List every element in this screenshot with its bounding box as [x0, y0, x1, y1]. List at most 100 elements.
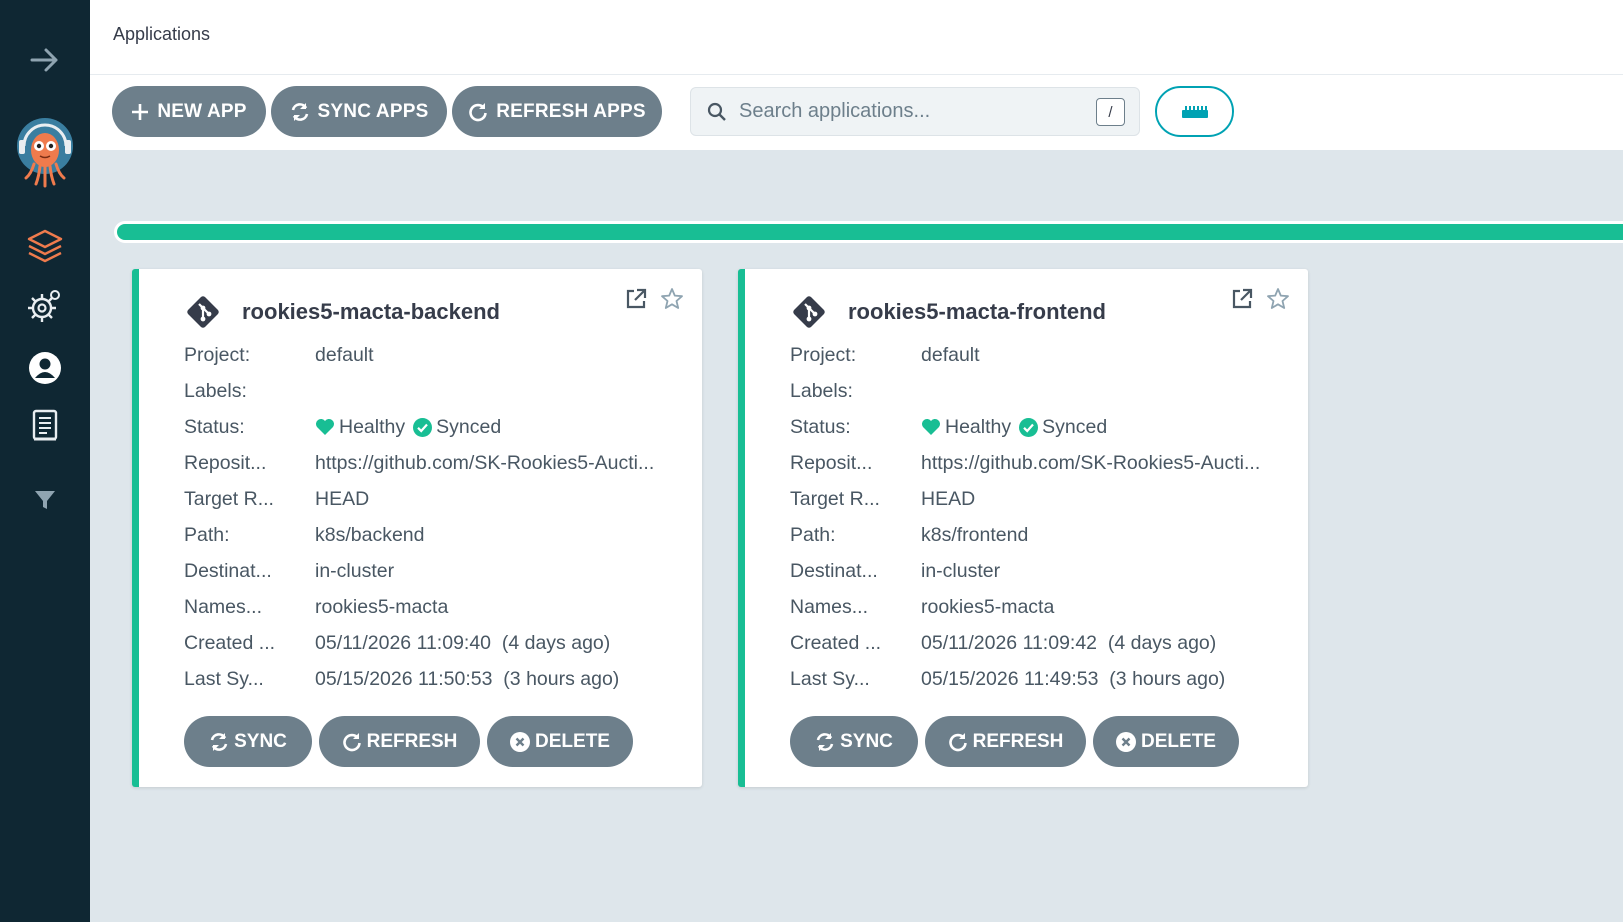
- page-title: Applications: [113, 24, 211, 44]
- row-status: Status: Healthy Synced: [184, 409, 654, 445]
- sync-label: SYNC: [840, 730, 893, 752]
- row-key: Labels:: [184, 379, 247, 402]
- row-project: Project: default: [790, 337, 1260, 373]
- row-target-revision: Target R... HEAD: [184, 481, 654, 517]
- app-card-backend[interactable]: rookies5-macta-backend Project: default L…: [132, 269, 702, 787]
- row-destination: Destinat... in-cluster: [790, 553, 1260, 589]
- refresh-button[interactable]: REFRESH: [319, 716, 480, 767]
- row-value: default: [315, 343, 374, 366]
- refresh-label: REFRESH: [366, 730, 458, 752]
- refresh-label: REFRESH: [972, 730, 1064, 752]
- settings-icon[interactable]: [0, 286, 90, 326]
- toolbar: NEW APP SYNC APPS REFRESH APPS /: [90, 75, 1623, 150]
- expand-arrow-icon[interactable]: [0, 42, 90, 78]
- sync-apps-button[interactable]: SYNC APPS: [271, 86, 447, 137]
- close-circle-icon: [1116, 731, 1137, 752]
- sidebar: [0, 0, 90, 922]
- new-app-label: NEW APP: [157, 100, 247, 122]
- row-value: https://github.com/SK-Rookies5-Aucti...: [921, 451, 1261, 474]
- row-key: Last Sy...: [184, 667, 264, 690]
- argo-logo[interactable]: [0, 116, 90, 190]
- app-card-frontend[interactable]: rookies5-macta-frontend Project: default …: [738, 269, 1308, 787]
- external-link-icon[interactable]: [624, 287, 648, 311]
- search-input[interactable]: [739, 100, 1079, 123]
- row-key: Destinat...: [184, 559, 272, 582]
- delete-label: DELETE: [535, 730, 610, 752]
- sync-label: Synced: [1042, 415, 1108, 438]
- star-icon[interactable]: [1266, 287, 1290, 311]
- top-bar: Applications: [90, 0, 1623, 75]
- sync-apps-label: SYNC APPS: [317, 100, 429, 122]
- row-value: in-cluster: [315, 559, 395, 582]
- row-key: Project:: [790, 343, 857, 366]
- search-shortcut-key: /: [1096, 98, 1125, 126]
- search-icon: [707, 102, 726, 121]
- sync-label: Synced: [436, 415, 502, 438]
- health-label: Healthy: [339, 415, 406, 438]
- filter-icon[interactable]: [0, 488, 90, 512]
- health-label: Healthy: [945, 415, 1012, 438]
- row-key: Project:: [184, 343, 251, 366]
- row-value: in-cluster: [921, 559, 1001, 582]
- row-path: Path: k8s/frontend: [790, 517, 1260, 553]
- heart-icon: [922, 419, 940, 435]
- docs-icon[interactable]: [0, 408, 90, 444]
- search-box: /: [690, 87, 1140, 136]
- delete-label: DELETE: [1141, 730, 1216, 752]
- health-summary-bar: [114, 221, 1623, 243]
- heart-icon: [316, 419, 334, 435]
- row-repository: Reposit... https://github.com/SK-Rookies5…: [184, 445, 654, 481]
- row-key: Reposit...: [184, 451, 267, 474]
- sync-status: Synced: [1019, 416, 1107, 439]
- ruler-icon: [1181, 105, 1208, 118]
- app-details: Project: default Labels: Status: Healthy …: [184, 337, 654, 697]
- row-value: HEAD: [315, 487, 370, 510]
- row-status: Status: Healthy Synced: [790, 409, 1260, 445]
- row-key: Names...: [184, 595, 263, 618]
- app-title[interactable]: rookies5-macta-frontend: [848, 299, 1106, 325]
- refresh-icon: [469, 102, 488, 121]
- refresh-icon: [948, 732, 967, 751]
- sync-icon: [816, 732, 834, 751]
- row-namespace: Names... rookies5-macta: [790, 589, 1260, 625]
- row-key: Last Sy...: [790, 667, 870, 690]
- row-last-sync: Last Sy... 05/15/2026 11:50:53 (3 hours a…: [184, 661, 654, 697]
- row-key: Created ...: [184, 631, 276, 654]
- git-icon: [793, 296, 825, 328]
- sync-button[interactable]: SYNC: [184, 716, 312, 767]
- row-path: Path: k8s/backend: [184, 517, 654, 553]
- sync-button[interactable]: SYNC: [790, 716, 918, 767]
- view-mode-button[interactable]: [1155, 86, 1234, 137]
- row-value: 05/15/2026 11:49:53 (3 hours ago): [921, 667, 1226, 690]
- row-key: Destinat...: [790, 559, 878, 582]
- delete-button[interactable]: DELETE: [1093, 716, 1239, 767]
- row-value: rookies5-macta: [921, 595, 1055, 618]
- sync-icon: [291, 102, 308, 121]
- refresh-apps-label: REFRESH APPS: [496, 100, 646, 122]
- row-key: Path:: [184, 523, 230, 546]
- row-created: Created ... 05/11/2026 11:09:42 (4 days a…: [790, 625, 1260, 661]
- row-namespace: Names... rookies5-macta: [184, 589, 654, 625]
- delete-button[interactable]: DELETE: [487, 716, 633, 767]
- health-status: Healthy: [921, 416, 1011, 439]
- sync-icon: [210, 732, 228, 751]
- app-title[interactable]: rookies5-macta-backend: [242, 299, 500, 325]
- sync-label: SYNC: [234, 730, 287, 752]
- row-target-revision: Target R... HEAD: [790, 481, 1260, 517]
- refresh-apps-button[interactable]: REFRESH APPS: [452, 86, 662, 137]
- refresh-button[interactable]: REFRESH: [925, 716, 1086, 767]
- external-link-icon[interactable]: [1230, 287, 1254, 311]
- row-value: HEAD: [921, 487, 976, 510]
- row-key: Target R...: [184, 487, 274, 510]
- user-icon[interactable]: [0, 350, 90, 386]
- row-key: Status:: [184, 415, 245, 438]
- git-icon: [187, 296, 219, 328]
- new-app-button[interactable]: NEW APP: [112, 86, 266, 137]
- row-destination: Destinat... in-cluster: [184, 553, 654, 589]
- star-icon[interactable]: [660, 287, 684, 311]
- app-details: Project: default Labels: Status: Healthy …: [790, 337, 1260, 697]
- health-summary-fill-healthy: [117, 224, 1623, 240]
- applications-icon[interactable]: [0, 226, 90, 266]
- row-value: k8s/frontend: [921, 523, 1029, 546]
- row-value: 05/15/2026 11:50:53 (3 hours ago): [315, 667, 620, 690]
